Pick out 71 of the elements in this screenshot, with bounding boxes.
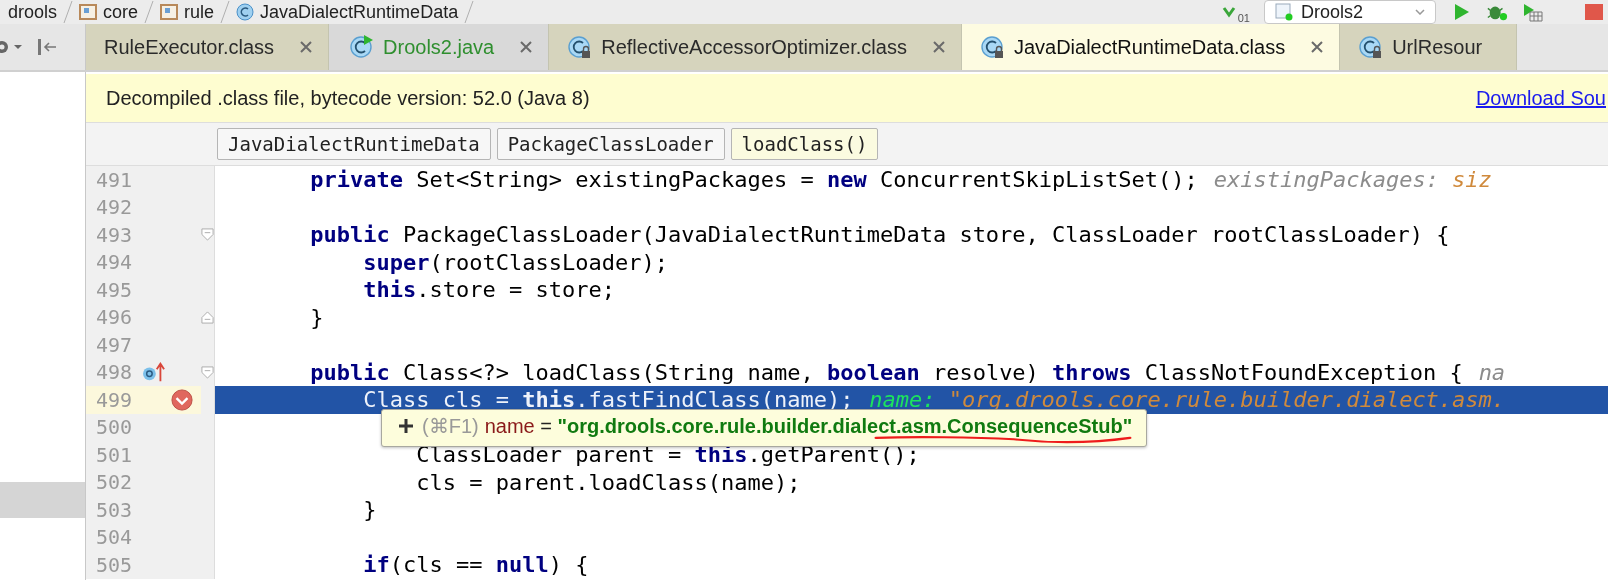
line-number: 493	[95, 222, 134, 247]
breadcrumb-item[interactable]: core	[103, 1, 139, 23]
line-number: 492	[95, 195, 134, 220]
code-line: cls = parent.loadClass(name);	[416, 469, 801, 495]
config-icon	[1275, 3, 1293, 21]
navigation-crumb[interactable]: PackageClassLoader	[496, 128, 725, 160]
breadcrumb-item[interactable]: drools	[8, 1, 58, 23]
editor-tab[interactable]: UrlResour	[1340, 24, 1518, 70]
line-number: 504	[95, 525, 134, 550]
fold-icon[interactable]	[201, 365, 214, 379]
update-count: 01	[1237, 12, 1250, 24]
line-number: 495	[95, 277, 134, 302]
variable-value: name = "org.drools.core.rule.builder.dialect.asm.ConsequenceStub"	[484, 414, 1133, 438]
navigation-crumb[interactable]: loadClass()	[730, 128, 879, 160]
code-line: this.store = store;	[363, 277, 615, 303]
code-line: if(cls == null) {	[363, 552, 589, 578]
code-line: Class cls = this.fastFindClass(name);	[363, 387, 854, 413]
editor-tab[interactable]: JavaDialectRuntimeData.class	[961, 24, 1341, 70]
inlay-hint-value: "org.drools.core.rule.builder.dialect.asm.	[948, 387, 1506, 413]
line-number: 502	[95, 470, 134, 495]
code-line: public PackageClassLoader(JavaDialectRuntimeData store, ClassLoader rootClassLoader) {	[310, 222, 1450, 248]
line-number: 499	[95, 387, 134, 412]
breadcrumb-separator	[63, 0, 74, 24]
editor-tab[interactable]: RuleExecutor.class	[86, 24, 330, 70]
package-icon	[160, 3, 179, 21]
fold-end-icon[interactable]	[201, 310, 214, 324]
line-number: 491	[95, 167, 134, 192]
package-icon	[79, 3, 98, 21]
download-link[interactable]: Download Sou	[1475, 86, 1606, 110]
line-number: 496	[95, 305, 134, 330]
expand-icon[interactable]	[398, 418, 414, 434]
editor-tab[interactable]: ReflectiveAccessorOptimizer.class	[549, 24, 962, 70]
code-line: super(rootClassLoader);	[363, 249, 668, 275]
line-number: 494	[95, 250, 134, 275]
inlay-hint-value: siz	[1452, 167, 1492, 193]
coverage-icon[interactable]	[1522, 2, 1544, 22]
breadcrumb-item[interactable]: rule	[184, 1, 215, 23]
line-number: 500	[95, 415, 134, 440]
line-number: 501	[95, 442, 134, 467]
override-icon[interactable]	[142, 361, 166, 384]
shortcut-hint: (⌘F1)	[422, 414, 479, 438]
inlay-hint-label: name:	[869, 387, 936, 413]
breadcrumb-separator	[144, 0, 155, 24]
inlay-hint-label: na	[1478, 359, 1506, 385]
line-number: 505	[95, 552, 134, 577]
breakpoint-icon[interactable]	[171, 388, 193, 411]
breadcrumb-separator	[220, 0, 231, 24]
close-icon[interactable]	[300, 41, 313, 53]
inlay-hint-label: existingPackages:	[1213, 167, 1439, 193]
breadcrumb-separator	[464, 0, 475, 24]
stop-icon[interactable]	[1582, 2, 1604, 22]
code-line: public Class<?> loadClass(String name, boolean resolve) throws ClassNotFoundException {	[310, 359, 1463, 385]
line-number: 498	[95, 360, 134, 385]
code-line: ClassLoader parent = this.getParent();	[416, 442, 920, 468]
breadcrumb-item[interactable]: JavaDialectRuntimeData	[260, 1, 459, 23]
code-line: }	[310, 304, 324, 330]
close-icon[interactable]	[520, 41, 533, 53]
collapse-icon[interactable]	[36, 37, 58, 57]
code-line: }	[363, 497, 377, 523]
line-number: 497	[95, 332, 134, 357]
close-icon[interactable]	[1311, 41, 1324, 53]
fold-icon[interactable]	[201, 228, 214, 242]
locked-class-icon	[979, 34, 1006, 60]
run-config-dropdown[interactable]: Drools2	[1264, 0, 1436, 24]
navigation-crumb[interactable]: JavaDialectRuntimeData	[217, 128, 491, 160]
code-line: private Set<String> existingPackages = new ConcurrentSkipListSet();	[310, 167, 1198, 193]
banner-message: Decompiled .class file, bytecode version: 52.0 (Java 8)	[106, 86, 590, 110]
caret-icon	[1415, 9, 1425, 15]
line-number: 503	[95, 497, 134, 522]
class-icon	[236, 3, 255, 21]
close-icon[interactable]	[932, 41, 945, 53]
